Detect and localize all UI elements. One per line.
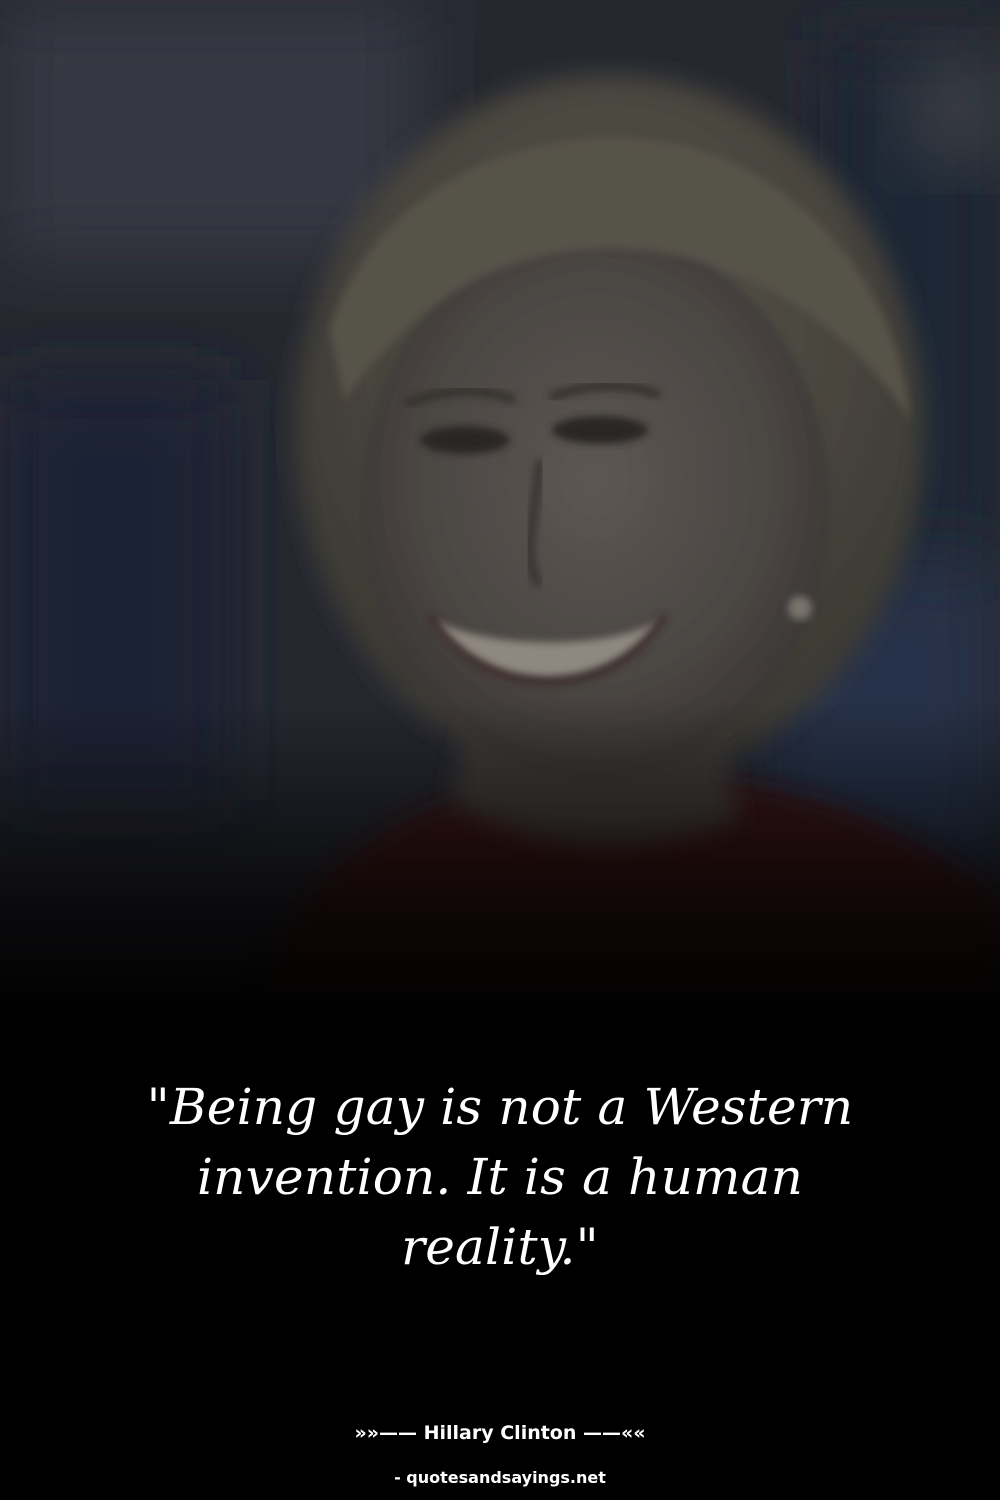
author-attribution: »»—— Hillary Clinton ——««: [354, 1422, 646, 1444]
source-watermark: - quotesandsayings.net: [394, 1468, 606, 1487]
quote-card: "Being gay is not a Western invention. I…: [0, 0, 1000, 1500]
photo-fade-overlay: [0, 700, 1000, 1020]
quote-text: "Being gay is not a Western invention. I…: [146, 1078, 854, 1276]
